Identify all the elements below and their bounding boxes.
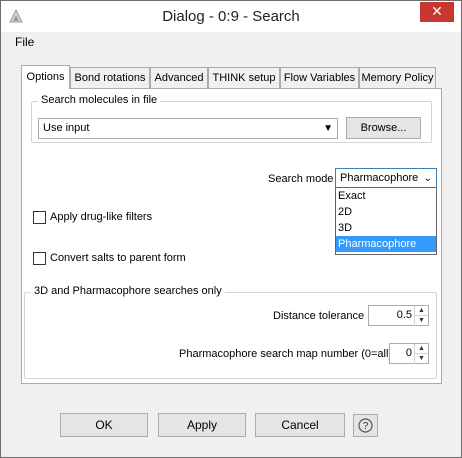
distance-tolerance-spinner[interactable]: 0.5 ▲ ▼ (368, 305, 429, 326)
search-mode-option-exact[interactable]: Exact (336, 188, 436, 204)
drug-like-checkbox[interactable] (33, 211, 46, 224)
search-mode-option-pharmacophore[interactable]: Pharmacophore (336, 236, 436, 252)
dialog-window: Dialog - 0:9 - Search ✕ File Options Bon… (0, 0, 462, 458)
chevron-down-icon: ▼ (323, 123, 333, 134)
search-mode-label: Search mode (268, 173, 334, 185)
tab-options[interactable]: Options (21, 65, 70, 89)
apply-button[interactable]: Apply (158, 413, 246, 437)
search-mode-dropdown: Exact 2D 3D Pharmacophore (335, 187, 437, 255)
tab-advanced[interactable]: Advanced (150, 67, 208, 89)
map-number-value: 0 (405, 347, 412, 359)
search-mode-value: Pharmacophore (340, 172, 419, 184)
title-bar: Dialog - 0:9 - Search ✕ (1, 1, 461, 32)
tab-think-setup[interactable]: THINK setup (208, 67, 280, 89)
input-source-value: Use input (43, 122, 90, 134)
help-button[interactable]: ? (353, 414, 378, 437)
help-icon: ? (358, 418, 373, 433)
tab-memory-policy[interactable]: Memory Policy (359, 67, 436, 89)
tab-bond-rotations[interactable]: Bond rotations (70, 67, 150, 89)
close-button[interactable]: ✕ (420, 2, 454, 22)
menu-file[interactable]: File (15, 35, 34, 49)
search-file-group-title: Search molecules in file (38, 94, 161, 106)
ok-button[interactable]: OK (60, 413, 148, 437)
distance-tolerance-label: Distance tolerance (273, 310, 365, 322)
cancel-button[interactable]: Cancel (255, 413, 345, 437)
search-mode-option-3d[interactable]: 3D (336, 220, 436, 236)
salts-label: Convert salts to parent form (50, 252, 186, 264)
chevron-down-icon: ⌄ (423, 173, 432, 184)
map-number-label: Pharmacophore search map number (0=all) (179, 348, 393, 360)
spinner-down-icon[interactable]: ▼ (414, 354, 428, 364)
map-number-spinner[interactable]: 0 ▲ ▼ (389, 343, 429, 364)
pharmacophore-group-title: 3D and Pharmacophore searches only (31, 285, 225, 297)
spinner-down-icon[interactable]: ▼ (414, 316, 428, 326)
menu-bar: File (1, 32, 461, 51)
svg-text:?: ? (363, 421, 369, 432)
spinner-up-icon[interactable]: ▲ (414, 344, 428, 354)
close-icon: ✕ (431, 3, 443, 19)
spinner-up-icon[interactable]: ▲ (414, 306, 428, 316)
distance-tolerance-value: 0.5 (396, 309, 412, 321)
search-mode-combo[interactable]: Pharmacophore ⌄ (335, 168, 437, 189)
tab-flow-variables[interactable]: Flow Variables (280, 67, 359, 89)
input-source-combo[interactable]: Use input ▼ (38, 118, 338, 139)
browse-button[interactable]: Browse... (346, 117, 421, 139)
drug-like-label: Apply drug-like filters (50, 211, 153, 223)
salts-checkbox[interactable] (33, 252, 46, 265)
window-title: Dialog - 0:9 - Search (162, 8, 300, 25)
search-mode-option-2d[interactable]: 2D (336, 204, 436, 220)
